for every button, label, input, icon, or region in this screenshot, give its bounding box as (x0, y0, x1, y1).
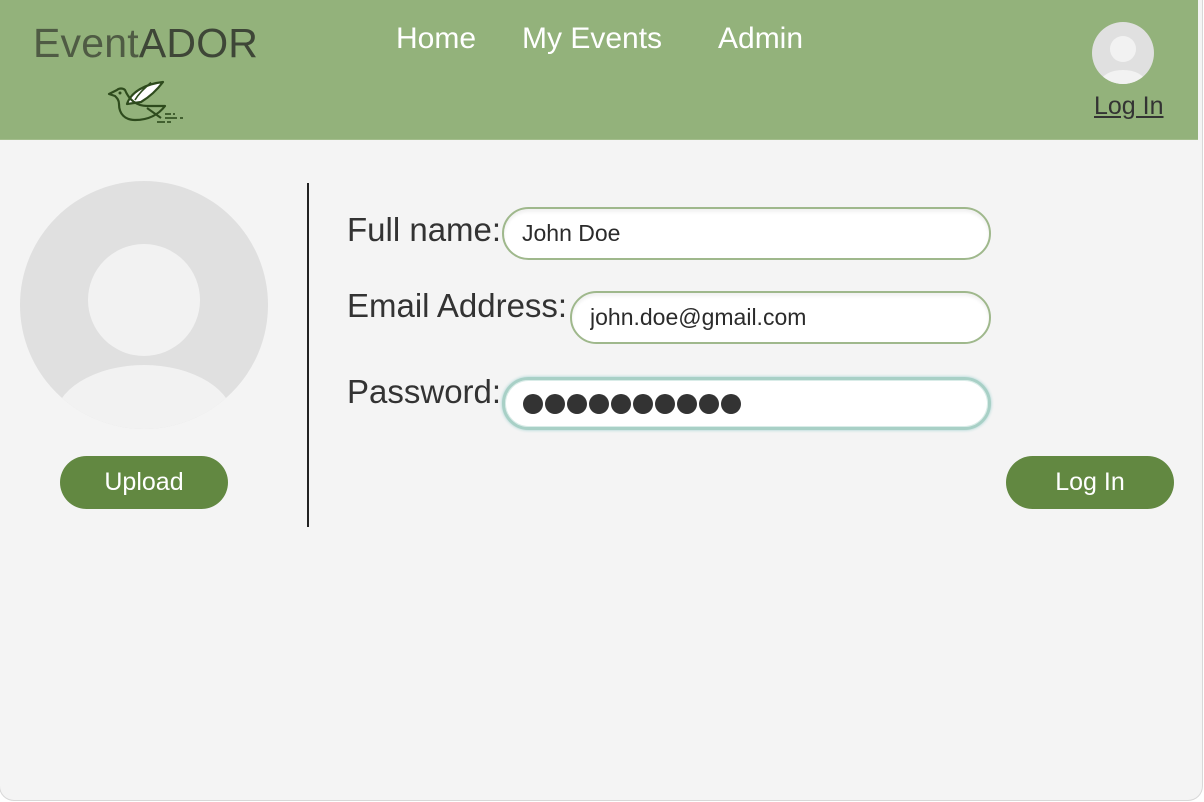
password-dot (699, 393, 719, 414)
profile-avatar-icon (20, 181, 268, 429)
nav-my-events[interactable]: My Events (522, 22, 662, 56)
password-dot (721, 393, 741, 414)
password-label: Password: (347, 373, 502, 410)
user-avatar-icon[interactable] (1092, 22, 1154, 84)
password-dot (523, 393, 543, 414)
password-dot (567, 393, 587, 414)
top-header: EventADOR Home My Events Admin Log In (0, 0, 1198, 140)
password-dot (633, 393, 653, 414)
password-dot (589, 393, 609, 414)
password-dot (611, 393, 631, 414)
email-input[interactable] (570, 291, 991, 344)
full-name-label: Full name: (347, 211, 502, 248)
nav-home[interactable]: Home (396, 22, 476, 56)
upload-button[interactable]: Upload (60, 456, 228, 509)
bird-icon (107, 80, 183, 123)
brand-name-part-2: ADOR (138, 20, 259, 66)
vertical-divider (307, 183, 309, 527)
full-name-input[interactable] (502, 207, 991, 260)
brand-name[interactable]: EventADOR (33, 20, 258, 67)
login-button[interactable]: Log In (1006, 456, 1174, 509)
password-dot (677, 393, 697, 414)
nav-admin[interactable]: Admin (718, 22, 803, 56)
header-login-link[interactable]: Log In (1094, 92, 1164, 121)
password-dot (655, 393, 675, 414)
password-dot (545, 393, 565, 414)
password-input[interactable] (502, 377, 991, 430)
app-window: EventADOR Home My Events Admin Log In Up… (0, 0, 1202, 800)
email-label: Email Address: (347, 287, 568, 324)
brand-name-part-1: Event (33, 20, 139, 66)
password-mask (523, 393, 741, 414)
